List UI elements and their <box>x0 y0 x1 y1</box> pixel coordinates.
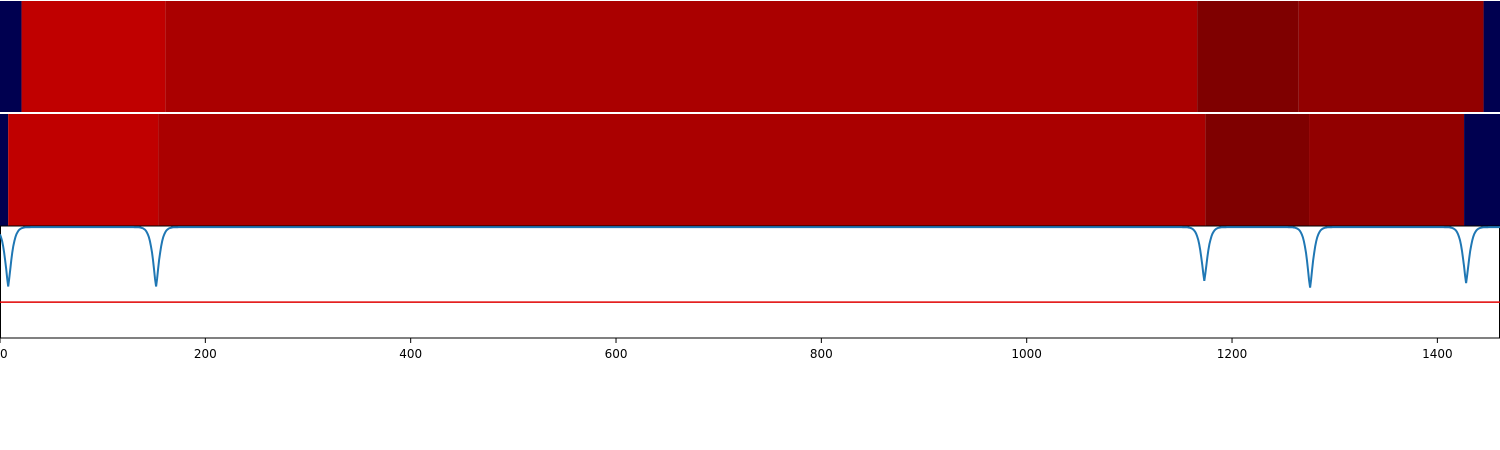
x-tick-label-200: 200 <box>194 347 217 361</box>
x-tick-label-0: 0 <box>0 347 8 361</box>
strip-1-segment-3 <box>165 1 1198 112</box>
signal-panel <box>0 225 1500 339</box>
x-tick-label-800: 800 <box>810 347 833 361</box>
chart-figure: 0 200 400 600 800 1000 1200 1400 <box>0 1 1500 361</box>
strip-2-segment-4 <box>1205 114 1310 226</box>
strip-1-segment-6 <box>1483 1 1500 112</box>
x-axis: 0 200 400 600 800 1000 1200 1400 <box>0 338 1453 361</box>
x-tick-label-400: 400 <box>399 347 422 361</box>
strip-1-segment-4 <box>1197 1 1299 112</box>
heatmap-strips <box>0 1 1500 226</box>
strip-1-segment-5 <box>1298 1 1484 112</box>
strip-1-segment-2 <box>21 1 166 112</box>
x-tick-label-1200: 1200 <box>1217 347 1248 361</box>
strip-2-segment-1 <box>0 114 9 226</box>
strip-2-segment-3 <box>158 114 1206 226</box>
strip-2-segment-5 <box>1309 114 1465 226</box>
strip-2-segment-2 <box>8 114 159 226</box>
strip-2-segment-6 <box>1464 114 1500 226</box>
strip-1-segment-1 <box>0 1 22 112</box>
strip-separator <box>0 112 1500 114</box>
x-tick-label-1400: 1400 <box>1422 347 1453 361</box>
x-tick-label-600: 600 <box>605 347 628 361</box>
x-tick-label-1000: 1000 <box>1011 347 1042 361</box>
signal-panel-frame <box>0 225 1500 339</box>
